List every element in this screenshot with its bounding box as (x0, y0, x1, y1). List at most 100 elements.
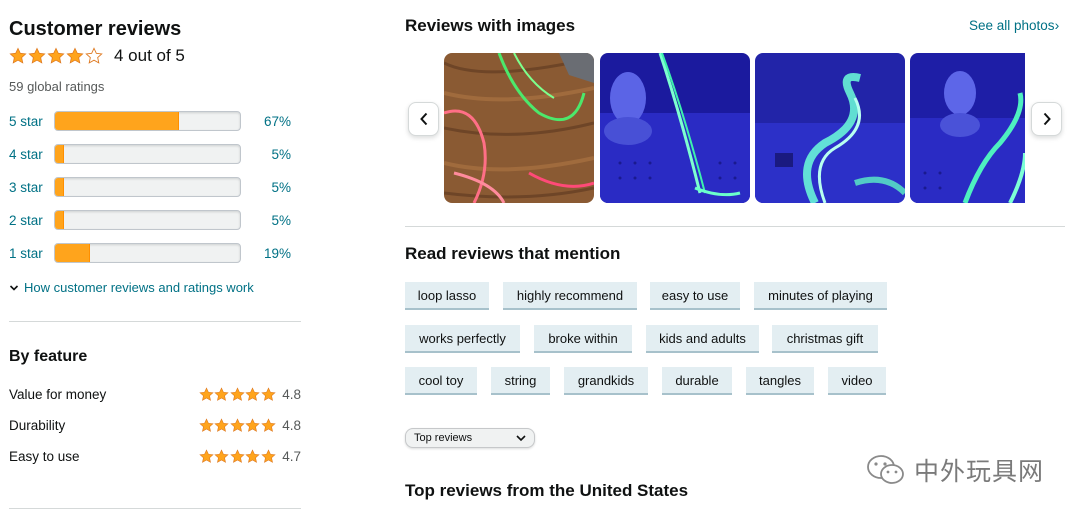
star-full-icon (9, 47, 27, 64)
by-feature-title: By feature (9, 348, 88, 365)
histogram-row-2[interactable]: 2 star 5% (9, 210, 301, 230)
histogram-label[interactable]: 1 star (9, 246, 54, 261)
review-photo (755, 53, 905, 203)
mention-chip[interactable]: minutes of playing (754, 282, 887, 310)
star-full-icon (245, 417, 260, 432)
rating-text: 4 out of 5 (114, 46, 185, 65)
feature-stars (198, 386, 277, 402)
histogram-label[interactable]: 5 star (9, 114, 54, 129)
histogram-row-1[interactable]: 1 star 19% (9, 243, 301, 263)
review-image-thumbnail[interactable] (444, 53, 594, 203)
mention-chip[interactable]: loop lasso (405, 282, 489, 310)
histogram-bar[interactable] (54, 243, 241, 263)
star-full-icon (229, 417, 245, 432)
star-full-icon (260, 448, 276, 463)
how-ratings-work-label[interactable]: How customer reviews and ratings work (24, 280, 254, 295)
watermark: 中外玩具网 (866, 452, 1044, 488)
mention-chip[interactable]: christmas gift (772, 325, 878, 353)
star-full-icon (245, 386, 260, 401)
wechat-icon (867, 455, 904, 484)
review-image-thumbnail[interactable] (910, 53, 1025, 203)
top-reviews-title: Top reviews from the United States (405, 481, 689, 500)
feature-value: 4.8 (282, 386, 301, 402)
star-full-icon (214, 448, 229, 463)
histogram-bar[interactable] (54, 210, 241, 230)
histogram-percent[interactable]: 5% (241, 180, 291, 195)
sort-selected-value[interactable]: Top reviews (414, 432, 472, 444)
read-reviews-mention-title: Read reviews that mention (405, 244, 621, 263)
mention-chip[interactable]: durable (662, 367, 732, 395)
mention-chip[interactable]: kids and adults (646, 325, 759, 353)
overall-rating: 4 out of 5 (9, 46, 185, 66)
review-image-thumbnail[interactable] (755, 53, 905, 203)
star-full-icon (66, 47, 84, 64)
how-ratings-work-link[interactable]: How customer reviews and ratings work (9, 280, 254, 295)
histogram-percent[interactable]: 5% (241, 213, 291, 228)
star-empty-icon (85, 47, 103, 64)
mention-chip[interactable]: easy to use (650, 282, 740, 310)
star-full-icon (28, 47, 46, 64)
left-divider-bottom (9, 508, 301, 509)
sort-reviews-dropdown[interactable]: Top reviews (405, 428, 535, 448)
feature-name: Easy to use (9, 448, 80, 464)
histogram-percent[interactable]: 19% (241, 246, 291, 261)
histogram-label[interactable]: 4 star (9, 147, 54, 162)
feature-row: Durability 4.8 (9, 415, 301, 435)
mention-chip[interactable]: string (491, 367, 550, 395)
see-all-photos-label[interactable]: See all photos (969, 18, 1055, 33)
feature-row: Easy to use 4.7 (9, 446, 301, 466)
histogram-bar[interactable] (54, 111, 241, 131)
histogram-fill (55, 211, 65, 229)
histogram-percent[interactable]: 5% (241, 147, 291, 162)
chevron-right-icon (1043, 112, 1051, 126)
reviews-with-images-title: Reviews with images (405, 16, 576, 35)
chevron-down-icon (9, 284, 19, 291)
histogram-row-3[interactable]: 3 star 5% (9, 177, 301, 197)
histogram-bar[interactable] (54, 177, 241, 197)
feature-row: Value for money 4.8 (9, 384, 301, 404)
chevron-right-small-icon: › (1054, 17, 1060, 33)
star-full-icon (198, 417, 214, 432)
star-full-icon (229, 448, 245, 463)
histogram-row-5[interactable]: 5 star 67% (9, 111, 301, 131)
histogram-fill (55, 178, 65, 196)
star-full-icon (214, 417, 229, 432)
feature-stars (198, 417, 277, 433)
global-ratings-count: 59 global ratings (9, 79, 105, 94)
histogram-percent[interactable]: 67% (241, 114, 291, 129)
chevron-down-icon (516, 435, 526, 442)
star-full-icon (260, 417, 276, 432)
mention-chip[interactable]: highly recommend (503, 282, 637, 310)
histogram-row-4[interactable]: 4 star 5% (9, 144, 301, 164)
review-image-thumbnail[interactable] (600, 53, 750, 203)
star-full-icon (229, 386, 245, 401)
review-photo (444, 53, 594, 203)
histogram-label[interactable]: 2 star (9, 213, 54, 228)
star-full-icon (47, 47, 65, 64)
mention-chip[interactable]: tangles (746, 367, 814, 395)
feature-value: 4.7 (282, 448, 301, 464)
mention-chip[interactable]: works perfectly (405, 325, 520, 353)
mention-chip[interactable]: cool toy (405, 367, 477, 395)
histogram-fill (55, 244, 91, 262)
star-full-icon (198, 386, 214, 401)
histogram-fill (55, 145, 65, 163)
mention-chip[interactable]: broke within (534, 325, 632, 353)
star-full-icon (214, 386, 229, 401)
star-full-icon (260, 386, 276, 401)
watermark-text: 中外玩具网 (914, 457, 1045, 486)
feature-stars (198, 448, 277, 464)
overall-stars (9, 47, 104, 65)
see-all-photos-link[interactable]: See all photos› (969, 17, 1059, 33)
mention-chip[interactable]: video (828, 367, 886, 395)
histogram-fill (55, 112, 179, 130)
feature-value: 4.8 (282, 417, 301, 433)
feature-name: Value for money (9, 386, 107, 402)
carousel-next-button[interactable] (1031, 102, 1062, 136)
mention-chip[interactable]: grandkids (564, 367, 648, 395)
histogram-label[interactable]: 3 star (9, 180, 54, 195)
histogram-bar[interactable] (54, 144, 241, 164)
review-photo (600, 53, 750, 203)
carousel-prev-button[interactable] (408, 102, 439, 136)
customer-reviews-title: Customer reviews (9, 18, 182, 40)
